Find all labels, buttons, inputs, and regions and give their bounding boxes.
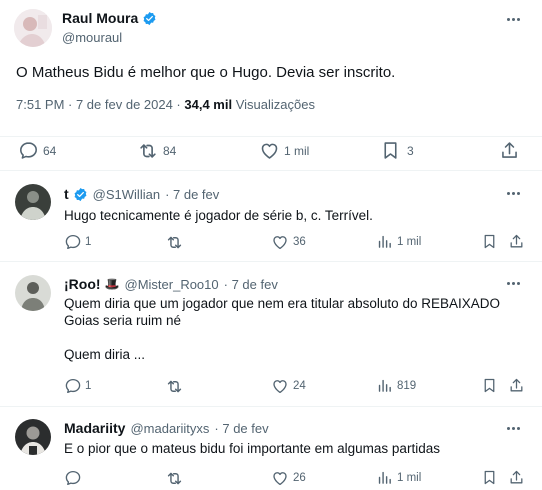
bookmark-button[interactable]: 3 — [380, 140, 414, 161]
like-count: 24 — [293, 380, 306, 392]
reply-author-handle[interactable]: @S1Willian — [93, 187, 160, 202]
reply-button[interactable]: 1 — [64, 377, 91, 395]
bookmark-button[interactable] — [481, 233, 498, 250]
reply-author-handle[interactable]: @Mister_Roo10 — [125, 277, 219, 292]
reply-timestamp[interactable]: · 7 de fev — [224, 277, 278, 292]
share-icon — [499, 140, 520, 161]
share-button[interactable] — [499, 140, 520, 161]
reply-icon — [64, 233, 82, 251]
share-button[interactable] — [508, 469, 525, 486]
views-icon — [376, 377, 393, 394]
retweet-button[interactable] — [165, 233, 187, 252]
reply-text: Quem diria que um jogador que nem era ti… — [64, 295, 500, 363]
views-button[interactable]: 1 mil — [376, 233, 421, 250]
author-avatar[interactable] — [14, 9, 52, 47]
reply-text-line: Hugo tecnicamente é jogador de série b, … — [64, 208, 373, 223]
retweet-icon — [165, 377, 184, 396]
retweet-icon — [165, 469, 184, 488]
reply-timestamp[interactable]: · 7 de fev — [214, 421, 268, 436]
views-count: 34,4 mil — [184, 97, 233, 112]
reply-button[interactable] — [64, 469, 85, 487]
reply-timestamp[interactable]: · 7 de fev — [165, 187, 219, 202]
reply-text-line: Quem diria ... — [64, 347, 146, 362]
author-name[interactable]: Raul Moura — [62, 10, 138, 26]
share-button[interactable] — [508, 377, 525, 394]
like-count: 36 — [293, 236, 306, 248]
share-button[interactable] — [508, 233, 525, 250]
reply-button[interactable]: 64 — [18, 140, 56, 161]
top-hat-emoji: 🎩 — [104, 277, 120, 291]
views-icon — [376, 469, 393, 486]
reply-button[interactable]: 1 — [64, 233, 91, 251]
reply-text-line — [64, 329, 500, 346]
share-icon — [508, 233, 525, 250]
reply-count: 1 — [85, 380, 92, 392]
views-icon — [376, 233, 393, 250]
reply-icon — [18, 140, 39, 161]
views-count: 819 — [397, 379, 417, 392]
reply-tweet[interactable]: Madariity @madariityxs · 7 de fev E o pi… — [0, 408, 542, 490]
main-tweet-actions: 64 84 1 mil 3 — [0, 136, 542, 164]
bookmark-icon — [380, 140, 401, 161]
main-tweet: Raul Moura @mouraul O Matheus Bidu é mel… — [0, 0, 542, 171]
reply-author-handle[interactable]: @madariityxs — [130, 421, 209, 436]
reply-avatar[interactable] — [15, 419, 51, 455]
more-options-icon[interactable] — [507, 18, 520, 21]
like-icon — [271, 233, 289, 251]
like-icon — [271, 469, 289, 487]
retweet-button[interactable] — [165, 377, 187, 396]
reply-avatar[interactable] — [15, 275, 51, 311]
bookmark-button[interactable] — [481, 377, 498, 394]
bookmark-count: 3 — [407, 143, 414, 158]
tweet-meta: 7:51 PM · 7 de fev de 2024 · 34,4 mil Vi… — [16, 97, 315, 112]
views-count: 1 mil — [397, 471, 422, 484]
retweet-icon — [165, 233, 184, 252]
like-button[interactable]: 24 — [271, 377, 306, 395]
reply-text-line: E o pior que o mateus bidu foi important… — [64, 441, 440, 456]
retweet-button[interactable]: 84 — [137, 140, 176, 162]
views-label: Visualizações — [232, 97, 315, 112]
reply-text-line: Quem diria que um jogador que nem era ti… — [64, 296, 500, 311]
reply-icon — [64, 377, 82, 395]
reply-text-line: Goias seria ruim né — [64, 313, 182, 328]
reply-author-name[interactable]: t — [64, 186, 69, 202]
like-button[interactable]: 26 — [271, 469, 306, 487]
tweet-text: O Matheus Bidu é melhor que o Hugo. Devi… — [16, 64, 396, 81]
bookmark-icon — [481, 377, 498, 394]
share-icon — [508, 377, 525, 394]
like-count: 26 — [293, 472, 306, 484]
verified-badge-icon — [142, 11, 157, 26]
retweet-icon — [137, 140, 159, 162]
views-button[interactable]: 1 mil — [376, 469, 421, 486]
reply-author-name[interactable]: Madariity — [64, 420, 125, 436]
like-icon — [271, 377, 289, 395]
reply-tweet[interactable]: t @S1Willian · 7 de fev Hugo tecnicament… — [0, 172, 542, 262]
reply-count: 1 — [85, 236, 92, 248]
author-handle[interactable]: @mouraul — [62, 30, 122, 45]
bookmark-button[interactable] — [481, 469, 498, 486]
views-button[interactable]: 819 — [376, 377, 416, 394]
bookmark-icon — [481, 469, 498, 486]
reply-author-name[interactable]: ¡Roo! — [64, 276, 101, 292]
more-options-icon[interactable] — [507, 282, 520, 285]
bookmark-icon — [481, 233, 498, 250]
like-icon — [259, 140, 280, 161]
reply-avatar[interactable] — [15, 184, 51, 220]
reply-text: Hugo tecnicamente é jogador de série b, … — [64, 207, 373, 224]
reply-icon — [64, 469, 82, 487]
retweet-button[interactable] — [165, 469, 187, 488]
share-icon — [508, 469, 525, 486]
reply-text: E o pior que o mateus bidu foi important… — [64, 440, 440, 457]
verified-badge-icon — [73, 187, 88, 202]
like-button[interactable]: 1 mil — [259, 140, 309, 161]
like-count: 1 mil — [284, 143, 310, 158]
reply-count: 64 — [43, 143, 57, 158]
views-count: 1 mil — [397, 235, 422, 248]
more-options-icon[interactable] — [507, 427, 520, 430]
retweet-count: 84 — [163, 144, 177, 158]
reply-tweet[interactable]: ¡Roo! 🎩 @Mister_Roo10 · 7 de fev Quem di… — [0, 263, 542, 407]
more-options-icon[interactable] — [507, 192, 520, 195]
tweet-timestamp[interactable]: 7:51 PM · 7 de fev de 2024 · — [16, 97, 184, 112]
like-button[interactable]: 36 — [271, 233, 306, 251]
